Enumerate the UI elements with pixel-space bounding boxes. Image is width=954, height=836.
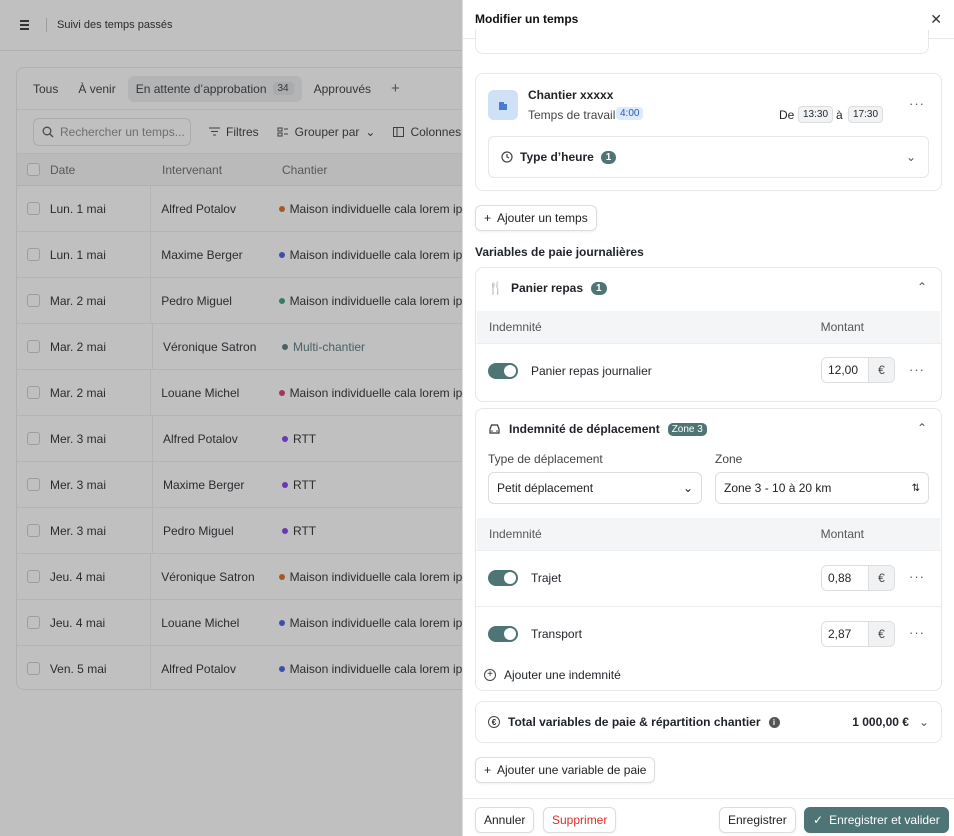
add-time-button[interactable]: + Ajouter un temps — [475, 205, 597, 231]
save-and-validate-button[interactable]: ✓ Enregistrer et valider — [804, 807, 949, 833]
cutlery-icon: 🍴 — [488, 281, 503, 295]
cancel-label: Annuler — [484, 813, 526, 827]
divider — [476, 550, 941, 551]
total-amount-group: 1 000,00 € ⌄ — [852, 715, 929, 729]
currency-unit: € — [868, 358, 894, 382]
plus-icon: + — [484, 763, 492, 777]
zone-value: Zone 3 - 10 à 20 km — [724, 481, 832, 495]
work-time-label: Temps de travail — [528, 108, 616, 122]
meal-allowance-card: 🍴 Panier repas 1 ⌃ Indemnité Montant Pani… — [475, 267, 942, 402]
currency-unit: € — [868, 622, 894, 646]
to-label: à — [836, 108, 843, 122]
zone-badge: Zone 3 — [667, 422, 707, 436]
chevron-down-icon: ⌄ — [682, 481, 693, 495]
more-options-icon[interactable]: ··· — [909, 96, 925, 111]
meal-amount-value: 12,00 — [822, 358, 868, 382]
total-value: 1 000,00 € — [852, 715, 909, 729]
add-time-label: Ajouter un temps — [497, 211, 588, 225]
check-icon: ✓ — [813, 813, 824, 827]
save-button[interactable]: Enregistrer — [719, 807, 796, 833]
meal-title: Panier repas — [510, 281, 583, 295]
delete-label: Supprimer — [552, 813, 608, 827]
add-pay-variable-button[interactable]: + Ajouter une variable de paie — [475, 757, 656, 783]
indemnity-column-label: Indemnité — [489, 527, 542, 541]
transport-label: Transport — [531, 627, 582, 641]
save-label: Enregistrer — [728, 813, 787, 827]
travel-type-label: Type de déplacement — [488, 452, 603, 466]
transport-toggle[interactable] — [488, 626, 518, 642]
plus-icon: + — [484, 211, 492, 225]
meal-header[interactable]: 🍴 Panier repas 1 — [488, 281, 607, 295]
section-title: Variables de paie journalières — [475, 245, 644, 259]
travel-type-select[interactable]: Petit déplacement ⌄ — [488, 472, 702, 504]
start-time-field[interactable]: 13:30 — [798, 106, 834, 123]
previous-entry-card — [475, 30, 929, 54]
more-options-icon[interactable]: ··· — [909, 569, 925, 584]
add-indemnity-label: Ajouter une indemnité — [504, 668, 621, 682]
save-and-validate-label: Enregistrer et valider — [829, 813, 940, 827]
car-icon — [489, 423, 500, 434]
transport-amount-value: 2,87 — [822, 622, 868, 646]
panel-footer: Annuler Supprimer Enregistrer ✓ Enregistr… — [463, 798, 954, 836]
edit-time-panel: Modifier un temps ✕ Chantier xxxxx Temps… — [462, 0, 954, 836]
more-options-icon[interactable]: ··· — [909, 362, 925, 377]
travel-header[interactable]: Indemnité de déplacement Zone 3 — [488, 422, 707, 436]
end-time-field[interactable]: 17:30 — [848, 106, 884, 123]
total-header: € Total variables de paie & répartition … — [488, 715, 780, 729]
travel-type-value: Petit déplacement — [497, 481, 594, 495]
amount-column-label: Montant — [820, 320, 864, 334]
hour-type-label: Type d’heure — [520, 150, 594, 164]
add-indemnity-button[interactable]: + Ajouter une indemnité — [484, 668, 621, 682]
euro-icon: € — [488, 716, 500, 728]
work-time-badge: 4:00 — [616, 107, 644, 120]
cancel-button[interactable]: Annuler — [475, 807, 535, 833]
meal-count-badge: 1 — [591, 281, 607, 295]
zone-label: Zone — [715, 452, 743, 466]
chevron-up-icon[interactable]: ⌃ — [917, 421, 927, 435]
chevron-down-icon: ⌄ — [905, 150, 916, 164]
plus-circle-icon: + — [484, 669, 496, 681]
site-name: Chantier xxxxx — [528, 88, 614, 102]
from-label: De — [779, 108, 795, 122]
amount-column-label: Montant — [820, 527, 864, 541]
total-row[interactable]: € Total variables de paie & répartition … — [475, 701, 942, 743]
meal-toggle[interactable] — [488, 363, 518, 379]
chevron-down-icon: ⌄ — [918, 715, 929, 729]
time-entry-card: Chantier xxxxx Temps de travail 4:00 De … — [475, 73, 942, 191]
divider — [476, 606, 941, 607]
clock-icon — [501, 151, 513, 163]
meal-amount-input[interactable]: 12,00 € — [821, 357, 895, 383]
total-label: Total variables de paie & répartition ch… — [508, 715, 761, 729]
hour-type-count-badge: 1 — [600, 150, 617, 164]
modal-overlay[interactable] — [0, 0, 462, 836]
panel-title: Modifier un temps — [475, 12, 579, 26]
trip-toggle[interactable] — [488, 570, 518, 586]
currency-unit: € — [868, 566, 894, 590]
delete-button[interactable]: Supprimer — [543, 807, 617, 833]
divider — [476, 343, 941, 344]
transport-amount-input[interactable]: 2,87 € — [821, 621, 895, 647]
trip-label: Trajet — [531, 571, 562, 585]
trip-amount-input[interactable]: 0,88 € — [821, 565, 895, 591]
info-icon[interactable]: i — [768, 716, 780, 728]
travel-title: Indemnité de déplacement — [509, 422, 660, 436]
zone-select[interactable]: Zone 3 - 10 à 20 km ⇅ — [715, 472, 929, 504]
travel-allowance-card: Indemnité de déplacement Zone 3 ⌃ Type d… — [475, 408, 942, 691]
indemnity-column-label: Indemnité — [489, 320, 542, 334]
close-icon[interactable]: ✕ — [930, 11, 942, 28]
more-options-icon[interactable]: ··· — [909, 625, 925, 640]
travel-table-header: Indemnité Montant — [477, 518, 940, 550]
hour-type-dropdown[interactable]: Type d’heure 1 ⌄ — [488, 136, 929, 178]
chevron-up-icon[interactable]: ⌃ — [917, 280, 927, 294]
trip-amount-value: 0,88 — [822, 566, 868, 590]
meal-item-label: Panier repas journalier — [531, 364, 652, 378]
sort-arrows-icon: ⇅ — [911, 482, 920, 494]
hour-type-header: Type d’heure 1 — [501, 150, 617, 164]
add-pay-variable-label: Ajouter une variable de paie — [497, 763, 647, 777]
meal-table-header: Indemnité Montant — [477, 311, 940, 343]
building-icon — [488, 90, 518, 120]
